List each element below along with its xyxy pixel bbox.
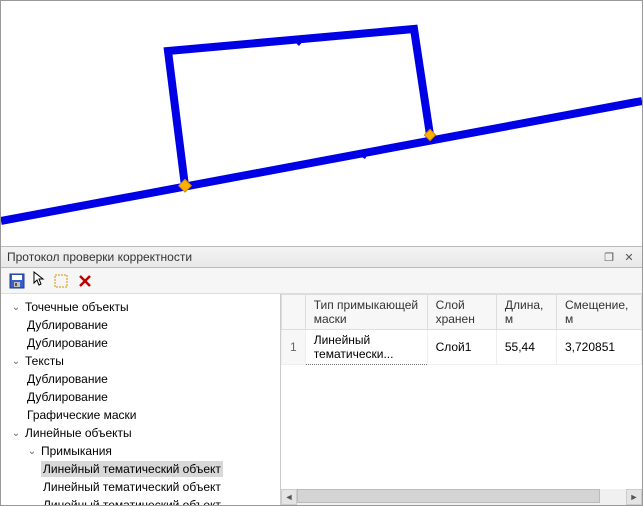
chevron-down-icon[interactable]: ⌄ <box>9 428 23 439</box>
toolbar <box>1 268 642 294</box>
save-button[interactable] <box>7 271 27 291</box>
chevron-down-icon[interactable]: ⌄ <box>25 446 39 457</box>
col-mask[interactable]: Тип примыкающей маски <box>305 295 427 330</box>
tree-node-graphic-masks[interactable]: Графические маски <box>3 406 278 424</box>
scroll-right-icon[interactable]: ► <box>626 489 642 505</box>
tree-node-texts-dup2[interactable]: Дублирование <box>3 388 278 406</box>
select-rect-button[interactable] <box>51 271 71 291</box>
close-panel-icon[interactable]: ✕ <box>622 250 636 264</box>
tree-node-points-dup2[interactable]: Дублирование <box>3 334 278 352</box>
scroll-track[interactable] <box>297 489 626 505</box>
col-offset[interactable]: Смещение, м <box>556 295 641 330</box>
chevron-down-icon[interactable]: ⌄ <box>9 356 23 367</box>
tree-node-adjacency[interactable]: ⌄ Примыкания <box>3 442 278 460</box>
tree-view[interactable]: ⌄ Точечные объекты Дублирование Дублиров… <box>1 294 281 505</box>
cursor-icon <box>33 271 47 290</box>
tree-node-linear-obj-3[interactable]: Линейный тематический объект <box>3 496 278 505</box>
tree-node-texts-dup1[interactable]: Дублирование <box>3 370 278 388</box>
tree-node-points[interactable]: ⌄ Точечные объекты <box>3 298 278 316</box>
drawing-canvas[interactable] <box>1 1 642 246</box>
horizontal-scrollbar[interactable]: ◄ ► <box>281 489 642 505</box>
panel-title: Протокол проверки корректности <box>7 250 192 264</box>
chevron-down-icon[interactable]: ⌄ <box>9 302 23 313</box>
detail-table[interactable]: Тип примыкающей маски Слой хранен Длина,… <box>281 294 642 365</box>
panel-header: Протокол проверки корректности ❐ ✕ <box>1 246 642 268</box>
tree-node-linear-obj-2[interactable]: Линейный тематический объект <box>3 478 278 496</box>
tree-node-linear[interactable]: ⌄ Линейные объекты <box>3 424 278 442</box>
dock-icon[interactable]: ❐ <box>602 250 616 264</box>
scroll-thumb[interactable] <box>297 489 600 503</box>
tree-node-points-dup1[interactable]: Дублирование <box>3 316 278 334</box>
col-length[interactable]: Длина, м <box>496 295 556 330</box>
tree-node-texts[interactable]: ⌄ Тексты <box>3 352 278 370</box>
tree-node-linear-obj-1[interactable]: Линейный тематический объект <box>3 460 278 478</box>
col-rownum[interactable] <box>282 295 306 330</box>
scroll-left-icon[interactable]: ◄ <box>281 489 297 505</box>
detail-pane: Тип примыкающей маски Слой хранен Длина,… <box>281 294 642 505</box>
table-row[interactable]: 1 Линейный тематически... Слой1 55,44 3,… <box>282 330 642 365</box>
delete-button[interactable] <box>75 271 95 291</box>
col-layer[interactable]: Слой хранен <box>427 295 496 330</box>
